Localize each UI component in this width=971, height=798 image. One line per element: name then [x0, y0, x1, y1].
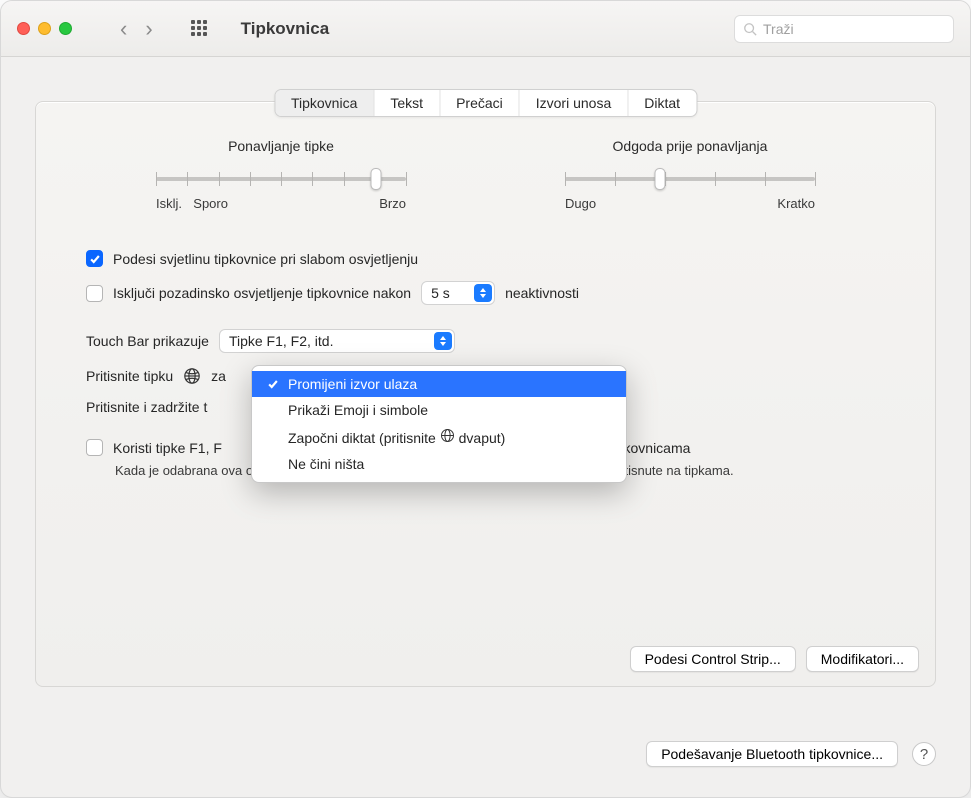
show-all-icon[interactable] — [191, 20, 209, 38]
forward-button[interactable]: › — [139, 16, 158, 42]
content-area: Tipkovnica Tekst Prečaci Izvori unosa Di… — [1, 57, 970, 797]
touch-bar-row: Touch Bar prikazuje Tipke F1, F2, itd. — [86, 329, 885, 353]
minimize-icon[interactable] — [38, 22, 51, 35]
tab-shortcuts[interactable]: Prečaci — [440, 90, 520, 116]
adjust-brightness-row: Podesi svjetlinu tipkovnice pri slabom o… — [86, 250, 885, 267]
globe-icon — [183, 367, 201, 385]
backlight-timeout-select[interactable]: 5 s — [421, 281, 495, 305]
key-repeat-slider-group: Ponavljanje tipke Isklj. Sporo Brzo — [156, 138, 406, 211]
window-controls — [17, 22, 72, 35]
dropdown-item-nothing[interactable]: Ne čini ništa — [252, 451, 626, 477]
window-title: Tipkovnica — [241, 19, 330, 39]
control-strip-button[interactable]: Podesi Control Strip... — [630, 646, 796, 672]
tab-input-sources[interactable]: Izvori unosa — [520, 90, 628, 116]
key-repeat-label: Ponavljanje tipke — [156, 138, 406, 154]
preferences-window: ‹ › Tipkovnica Traži Tipkovnica Tekst Pr… — [0, 0, 971, 798]
panel-buttons: Podesi Control Strip... Modifikatori... — [630, 646, 919, 672]
titlebar: ‹ › Tipkovnica Traži — [1, 1, 970, 57]
globe-action-dropdown[interactable]: Promijeni izvor ulaza Prikaži Emoji i si… — [251, 365, 627, 483]
adjust-brightness-checkbox[interactable] — [86, 250, 103, 267]
tab-keyboard[interactable]: Tipkovnica — [275, 90, 374, 116]
backlight-off-row: Isključi pozadinsko osvjetljenje tipkovn… — [86, 281, 885, 305]
dropdown-item-change-input[interactable]: Promijeni izvor ulaza — [252, 371, 626, 397]
globe-icon — [440, 430, 455, 446]
use-f-keys-checkbox[interactable] — [86, 439, 103, 456]
key-repeat-slider[interactable] — [156, 168, 406, 188]
tab-text[interactable]: Tekst — [374, 90, 440, 116]
press-globe-label-pre: Pritisnite tipku — [86, 368, 173, 384]
search-input[interactable]: Traži — [734, 15, 954, 43]
use-f-keys-label-left: Koristi tipke F1, F — [113, 440, 222, 456]
delay-slider-group: Odgoda prije ponavljanja Dugo Kratko — [565, 138, 815, 211]
check-icon — [266, 378, 280, 390]
delay-slider[interactable] — [565, 168, 815, 188]
delay-thumb[interactable] — [655, 168, 666, 190]
touch-bar-label: Touch Bar prikazuje — [86, 333, 209, 349]
close-icon[interactable] — [17, 22, 30, 35]
dropdown-item-dictation[interactable]: Započni diktat (pritisnite dvaput) — [252, 423, 626, 451]
delay-label: Odgoda prije ponavljanja — [565, 138, 815, 154]
bluetooth-keyboard-button[interactable]: Podešavanje Bluetooth tipkovnice... — [646, 741, 898, 767]
back-button[interactable]: ‹ — [114, 16, 133, 42]
dropdown-item-emoji[interactable]: Prikaži Emoji i simbole — [252, 397, 626, 423]
backlight-off-checkbox[interactable] — [86, 285, 103, 302]
search-icon — [743, 22, 757, 36]
backlight-off-label-pre: Isključi pozadinsko osvjetljenje tipkovn… — [113, 285, 411, 301]
stepper-icon — [434, 332, 452, 350]
search-placeholder: Traži — [763, 21, 794, 37]
backlight-off-label-post: neaktivnosti — [505, 285, 579, 301]
touch-bar-select[interactable]: Tipke F1, F2, itd. — [219, 329, 455, 353]
press-hold-label: Pritisnite i zadržite t — [86, 399, 207, 415]
modifiers-button[interactable]: Modifikatori... — [806, 646, 919, 672]
key-repeat-thumb[interactable] — [371, 168, 382, 190]
press-globe-label-post: za — [211, 368, 226, 384]
nav-back-forward: ‹ › — [114, 16, 159, 42]
tab-dictation[interactable]: Diktat — [628, 90, 696, 116]
help-button[interactable]: ? — [912, 742, 936, 766]
adjust-brightness-label: Podesi svjetlinu tipkovnice pri slabom o… — [113, 251, 418, 267]
tab-bar: Tipkovnica Tekst Prečaci Izvori unosa Di… — [274, 89, 697, 117]
sliders-row: Ponavljanje tipke Isklj. Sporo Brzo — [156, 138, 815, 211]
bottom-row: Podešavanje Bluetooth tipkovnice... ? — [646, 741, 936, 767]
zoom-icon[interactable] — [59, 22, 72, 35]
stepper-icon — [474, 284, 492, 302]
